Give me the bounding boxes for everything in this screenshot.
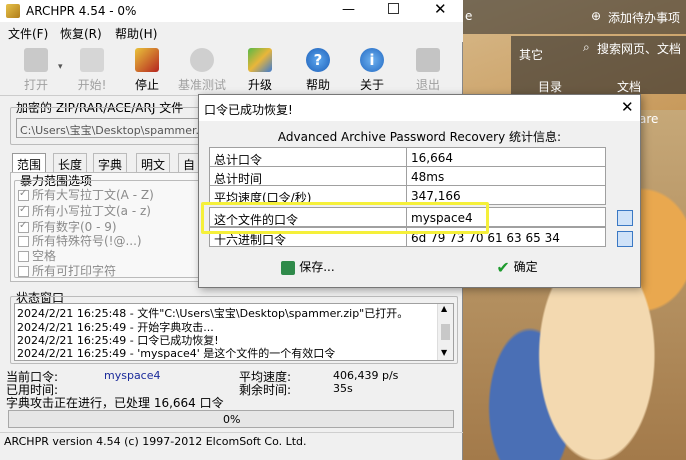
progress-percent: 0% bbox=[223, 413, 241, 426]
title-bar: ARCHPR 4.54 - 0% — ✕ bbox=[0, 0, 463, 22]
menu-file[interactable]: 文件(F) bbox=[8, 25, 48, 42]
scroll-down-icon[interactable]: ▼ bbox=[441, 348, 447, 357]
option-uppercase[interactable]: 所有大写拉丁文(A - Z) bbox=[18, 186, 154, 203]
checkbox-special[interactable] bbox=[18, 236, 29, 247]
floppy-disk-icon bbox=[281, 260, 296, 275]
tab-range[interactable]: 范围 bbox=[12, 153, 47, 173]
open-icon bbox=[24, 48, 48, 72]
benchmark-button[interactable]: 基准测试 bbox=[174, 44, 230, 94]
window-title: ARCHPR 4.54 - 0% bbox=[26, 4, 137, 18]
hidden-char: e bbox=[465, 9, 473, 23]
upgrade-button[interactable]: 升级 bbox=[238, 44, 282, 94]
help-icon: ? bbox=[306, 48, 330, 72]
dialog-title: 口令已成功恢复! bbox=[204, 103, 293, 117]
stop-button[interactable]: 停止 bbox=[125, 44, 169, 94]
status-log[interactable]: 2024/2/21 16:25:48 - 文件"C:\Users\宝宝\Desk… bbox=[14, 303, 454, 361]
stopwatch-icon bbox=[190, 48, 214, 72]
current-password-value: myspace4 bbox=[104, 369, 161, 382]
save-button[interactable]: 保存... bbox=[273, 258, 343, 282]
upgrade-icon bbox=[248, 48, 272, 72]
dialog-title-bar: 口令已成功恢复! ✕ bbox=[199, 95, 640, 121]
start-button[interactable]: 开始! bbox=[70, 44, 114, 94]
footer-text: ARCHPR version 4.54 (c) 1997-2012 ElcomS… bbox=[4, 435, 307, 448]
dropdown-arrow-icon[interactable]: ▾ bbox=[58, 62, 63, 72]
stat-label-total-time: 总计时间 bbox=[209, 166, 407, 186]
scroll-thumb[interactable] bbox=[441, 324, 450, 340]
copy-hex-icon[interactable] bbox=[617, 231, 633, 247]
add-todo-icon[interactable]: ⊕ bbox=[591, 9, 601, 23]
help-button[interactable]: ? 帮助 bbox=[296, 44, 340, 94]
checkbox-lowercase[interactable] bbox=[18, 204, 29, 217]
tab-dictionary[interactable]: 字典 bbox=[93, 153, 128, 173]
toolbar: 打开 ▾ 开始! 停止 基准测试 升级 ? 帮助 i 关于 退出 bbox=[0, 42, 463, 96]
nav-documents[interactable]: 文档 bbox=[617, 78, 641, 95]
highlight-box bbox=[201, 202, 489, 234]
start-icon bbox=[80, 48, 104, 72]
copy-password-icon[interactable] bbox=[617, 210, 633, 226]
menu-recovery[interactable]: 恢复(R) bbox=[60, 25, 102, 42]
side-text: are bbox=[639, 112, 659, 126]
log-scrollbar[interactable]: ▲ ▼ bbox=[437, 304, 453, 360]
maximize-button[interactable] bbox=[388, 3, 399, 14]
app-icon bbox=[6, 4, 20, 18]
dialog-close-button[interactable]: ✕ bbox=[621, 98, 634, 116]
browser-top-bar: e ⊕ 添加待办事项 bbox=[463, 0, 686, 34]
remaining-label: 剩余时间: bbox=[239, 383, 292, 397]
progress-status: 字典攻击正在进行，已处理 16,664 口令 bbox=[6, 396, 224, 410]
tab-auto[interactable]: 自 bbox=[178, 153, 201, 173]
remaining-value: 35s bbox=[333, 382, 353, 395]
checkbox-uppercase[interactable] bbox=[18, 188, 29, 201]
checkbox-space[interactable] bbox=[18, 251, 29, 262]
avg-speed-value: 406,439 p/s bbox=[333, 369, 399, 382]
ok-button[interactable]: ✔ 确定 bbox=[487, 258, 547, 282]
menu-bar: 文件(F) 恢复(R) 帮助(H) bbox=[0, 22, 463, 42]
about-button[interactable]: i 关于 bbox=[350, 44, 394, 94]
info-icon: i bbox=[360, 48, 384, 72]
tab-plaintext[interactable]: 明文 bbox=[136, 153, 171, 173]
option-printable[interactable]: 所有可打印字符 bbox=[18, 262, 116, 279]
stop-icon bbox=[135, 48, 159, 72]
dialog-header: Advanced Archive Password Recovery 统计信息: bbox=[277, 130, 562, 144]
browser-nav-panel: 其它 ⌕ 搜索网页、文档 目录 文档 bbox=[511, 36, 686, 94]
progress-bar: 0% bbox=[8, 410, 454, 428]
divider bbox=[0, 432, 463, 433]
checkmark-icon: ✔ bbox=[496, 258, 510, 277]
nav-directory[interactable]: 目录 bbox=[538, 78, 562, 95]
scroll-up-icon[interactable]: ▲ bbox=[441, 304, 447, 313]
stat-value-total-time: 48ms bbox=[406, 166, 606, 186]
exit-button[interactable]: 退出 bbox=[406, 44, 450, 94]
tab-length[interactable]: 长度 bbox=[53, 153, 88, 173]
close-button[interactable]: ✕ bbox=[434, 0, 447, 18]
add-todo-link[interactable]: 添加待办事项 bbox=[608, 9, 680, 26]
stat-value-total-passwords: 16,664 bbox=[406, 147, 606, 167]
open-button[interactable]: 打开 bbox=[14, 44, 58, 94]
search-icon[interactable]: ⌕ bbox=[583, 40, 590, 55]
menu-help[interactable]: 帮助(H) bbox=[115, 25, 157, 42]
password-recovered-dialog: 口令已成功恢复! ✕ Advanced Archive Password Rec… bbox=[198, 94, 641, 288]
option-lowercase[interactable]: 所有小写拉丁文(a - z) bbox=[18, 202, 151, 219]
search-link[interactable]: 搜索网页、文档 bbox=[597, 40, 681, 57]
minimize-button[interactable]: — bbox=[342, 2, 355, 17]
file-path-field[interactable]: C:\Users\宝宝\Desktop\spammer.zip bbox=[16, 118, 200, 138]
log-line: 2024/2/21 16:25:49 - 'myspace4' 是这个文件的一个… bbox=[17, 347, 336, 360]
checkbox-printable[interactable] bbox=[18, 266, 29, 277]
exit-door-icon bbox=[416, 48, 440, 72]
stat-label-total-passwords: 总计口令 bbox=[209, 147, 407, 167]
nav-other[interactable]: 其它 bbox=[519, 46, 543, 63]
